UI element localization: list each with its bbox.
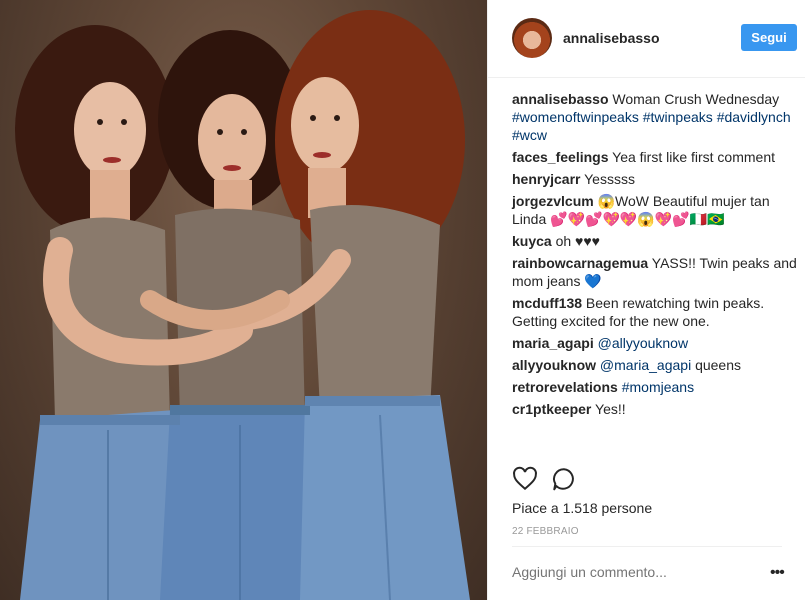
post-photo[interactable] <box>0 0 487 600</box>
hashtag[interactable]: #wcw <box>512 127 547 143</box>
comment-username[interactable]: retrorevelations <box>512 379 618 395</box>
hashtag[interactable]: #momjeans <box>622 379 694 395</box>
comment: mcduff138 Been rewatching twin peaks. Ge… <box>512 294 797 330</box>
comment-username[interactable]: rainbowcarnagemua <box>512 255 648 271</box>
comment: faces_feelings Yea first like first comm… <box>512 148 797 166</box>
comment-username[interactable]: henryjcarr <box>512 171 580 187</box>
hashtag[interactable]: #twinpeaks <box>643 109 713 125</box>
comment: retrorevelations #momjeans <box>512 378 797 396</box>
comment-username[interactable]: mcduff138 <box>512 295 582 311</box>
comment: rainbowcarnagemua YASS!! Twin peaks and … <box>512 254 797 290</box>
likes-count[interactable]: Piace a 1.518 persone <box>512 500 652 516</box>
post-date: 22 FEBBRAIO <box>512 526 579 537</box>
mention-link[interactable]: @allyyouknow <box>598 335 688 351</box>
comment-text: oh ♥♥♥ <box>555 233 600 249</box>
hashtag[interactable]: #womenoftwinpeaks <box>512 109 639 125</box>
comment-username[interactable]: cr1ptkeeper <box>512 401 591 417</box>
comment-username[interactable]: maria_agapi <box>512 335 594 351</box>
caption-username[interactable]: annalisebasso <box>512 91 609 107</box>
comment: cr1ptkeeper Yes!! <box>512 400 797 418</box>
comment: kuyca oh ♥♥♥ <box>512 232 797 250</box>
add-comment-input[interactable] <box>512 561 752 583</box>
follow-button[interactable]: Segui <box>741 24 797 51</box>
more-options-icon[interactable]: ••• <box>770 564 785 582</box>
comment: henryjcarr Yesssss <box>512 170 797 188</box>
comment-text: queens <box>695 357 742 373</box>
caption-text: Woman Crush Wednesday <box>612 91 780 107</box>
comment: maria_agapi @allyyouknow <box>512 334 797 352</box>
photo-illustration <box>15 10 470 600</box>
divider <box>512 546 782 547</box>
avatar[interactable] <box>512 18 552 58</box>
comment-username[interactable]: allyyouknow <box>512 357 596 373</box>
comment-text: Yes!! <box>595 401 626 417</box>
comment-bubble-icon[interactable] <box>551 466 577 492</box>
post-sidebar: annalisebasso Segui annalisebasso Woman … <box>487 0 805 600</box>
comment: allyyouknow @maria_agapi queens <box>512 356 797 374</box>
comment-username[interactable]: kuyca <box>512 233 552 249</box>
mention-link[interactable]: @maria_agapi <box>600 357 691 373</box>
comment: jorgezvlcum 😱WoW Beautiful mujer tan Lin… <box>512 192 797 228</box>
comment-username[interactable]: jorgezvlcum <box>512 193 594 209</box>
comment-text: Yea first like first comment <box>612 149 776 165</box>
comment-username[interactable]: faces_feelings <box>512 149 609 165</box>
caption: annalisebasso Woman Crush Wednesday #wom… <box>512 90 797 144</box>
comment-text: Yesssss <box>584 171 635 187</box>
comments-list: annalisebasso Woman Crush Wednesday #wom… <box>512 90 797 422</box>
hashtag[interactable]: #davidlynch <box>717 109 791 125</box>
post-header: annalisebasso Segui <box>488 0 805 78</box>
heart-icon[interactable] <box>512 466 538 492</box>
post-username[interactable]: annalisebasso <box>563 30 660 46</box>
instagram-post: annalisebasso Segui annalisebasso Woman … <box>0 0 805 600</box>
